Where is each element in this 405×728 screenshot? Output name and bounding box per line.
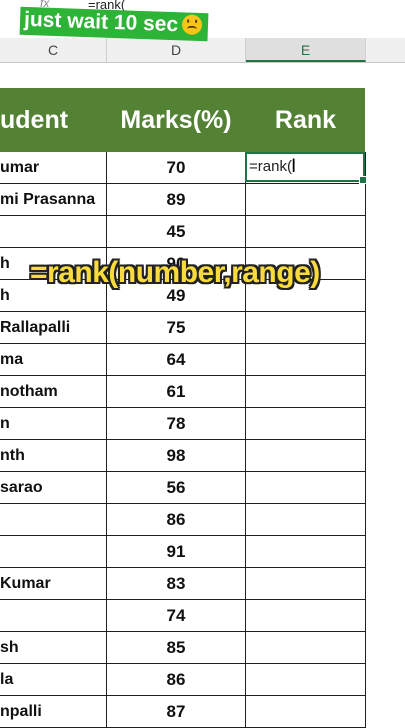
header-rank[interactable]: Rank bbox=[246, 88, 365, 152]
cell-rank[interactable] bbox=[246, 184, 366, 215]
cell-marks[interactable]: 86 bbox=[107, 504, 246, 535]
cell-rank[interactable] bbox=[246, 568, 366, 599]
cell-student-name[interactable] bbox=[0, 536, 107, 567]
cell-rank[interactable] bbox=[246, 376, 366, 407]
cell-rank[interactable] bbox=[246, 216, 366, 247]
data-grid: umar 70 mi Prasanna 89 45 h 90 h 49 Rallapalli 75 m… bbox=[0, 152, 366, 728]
cell-marks[interactable]: 56 bbox=[107, 472, 246, 503]
header-student[interactable]: udent bbox=[0, 88, 106, 152]
cell-marks[interactable]: 75 bbox=[107, 312, 246, 343]
cell-marks[interactable]: 70 bbox=[107, 152, 246, 183]
cell-student-name[interactable]: sh bbox=[0, 632, 107, 663]
table-row: sh 85 bbox=[0, 632, 366, 664]
table-row: nth 98 bbox=[0, 440, 366, 472]
cell-rank[interactable] bbox=[246, 408, 366, 439]
cell-marks[interactable]: 98 bbox=[107, 440, 246, 471]
cell-student-name[interactable]: mi Prasanna bbox=[0, 184, 107, 215]
fill-handle[interactable] bbox=[359, 176, 367, 184]
cell-marks[interactable]: 85 bbox=[107, 632, 246, 663]
cell-rank[interactable] bbox=[246, 600, 366, 631]
table-row: sarao 56 bbox=[0, 472, 366, 504]
cell-student-name[interactable] bbox=[0, 600, 107, 631]
column-header-bar: C D E bbox=[0, 38, 405, 63]
table-row: npalli 87 bbox=[0, 696, 366, 728]
table-row: Kumar 83 bbox=[0, 568, 366, 600]
cell-marks[interactable]: 61 bbox=[107, 376, 246, 407]
cell-marks[interactable]: 89 bbox=[107, 184, 246, 215]
upside-down-face-icon bbox=[181, 14, 203, 36]
caption-banner: just wait 10 sec bbox=[19, 6, 209, 42]
cell-student-name[interactable]: notham bbox=[0, 376, 107, 407]
cell-student-name[interactable]: n bbox=[0, 408, 107, 439]
table-row: 86 bbox=[0, 504, 366, 536]
table-row: la 86 bbox=[0, 664, 366, 696]
cell-marks[interactable]: 45 bbox=[107, 216, 246, 247]
cell-rank[interactable] bbox=[246, 664, 366, 695]
cell-rank[interactable] bbox=[246, 472, 366, 503]
cell-marks[interactable]: 74 bbox=[107, 600, 246, 631]
column-header-c[interactable]: C bbox=[0, 38, 107, 62]
active-cell-e2[interactable]: =rank( I bbox=[245, 152, 367, 184]
formula-overlay-text: =rank(number,range) bbox=[30, 256, 320, 289]
cell-rank[interactable] bbox=[246, 312, 366, 343]
cell-student-name[interactable]: npalli bbox=[0, 696, 107, 727]
table-row: n 78 bbox=[0, 408, 366, 440]
table-row: 91 bbox=[0, 536, 366, 568]
table-row: 74 bbox=[0, 600, 366, 632]
cell-marks[interactable]: 78 bbox=[107, 408, 246, 439]
cell-rank[interactable] bbox=[246, 504, 366, 535]
table-row: Rallapalli 75 bbox=[0, 312, 366, 344]
cell-student-name[interactable]: la bbox=[0, 664, 107, 695]
cell-marks[interactable]: 91 bbox=[107, 536, 246, 567]
header-marks[interactable]: Marks(%) bbox=[107, 88, 245, 152]
cell-marks[interactable]: 86 bbox=[107, 664, 246, 695]
active-cell-text[interactable]: =rank( bbox=[249, 158, 292, 175]
cell-student-name[interactable]: umar bbox=[0, 152, 107, 183]
cell-student-name[interactable]: nth bbox=[0, 440, 107, 471]
table-row: notham 61 bbox=[0, 376, 366, 408]
cell-rank[interactable] bbox=[246, 536, 366, 567]
cell-marks[interactable]: 83 bbox=[107, 568, 246, 599]
cell-rank[interactable] bbox=[246, 696, 366, 727]
cell-student-name[interactable]: Kumar bbox=[0, 568, 107, 599]
caption-text: just wait 10 sec bbox=[23, 7, 179, 37]
column-header-e[interactable]: E bbox=[246, 38, 366, 62]
cell-rank[interactable] bbox=[246, 344, 366, 375]
cell-marks[interactable]: 87 bbox=[107, 696, 246, 727]
text-cursor-icon: I bbox=[291, 156, 297, 177]
cell-student-name[interactable]: Rallapalli bbox=[0, 312, 107, 343]
cell-student-name[interactable] bbox=[0, 216, 107, 247]
cell-student-name[interactable]: sarao bbox=[0, 472, 107, 503]
table-row: mi Prasanna 89 bbox=[0, 184, 366, 216]
table-row: 45 bbox=[0, 216, 366, 248]
table-header-row: udent Marks(%) Rank bbox=[0, 88, 365, 152]
cell-student-name[interactable]: ma bbox=[0, 344, 107, 375]
cell-rank[interactable] bbox=[246, 440, 366, 471]
table-row: ma 64 bbox=[0, 344, 366, 376]
cell-student-name[interactable] bbox=[0, 504, 107, 535]
column-header-d[interactable]: D bbox=[107, 38, 246, 62]
cell-marks[interactable]: 64 bbox=[107, 344, 246, 375]
cell-rank[interactable] bbox=[246, 632, 366, 663]
